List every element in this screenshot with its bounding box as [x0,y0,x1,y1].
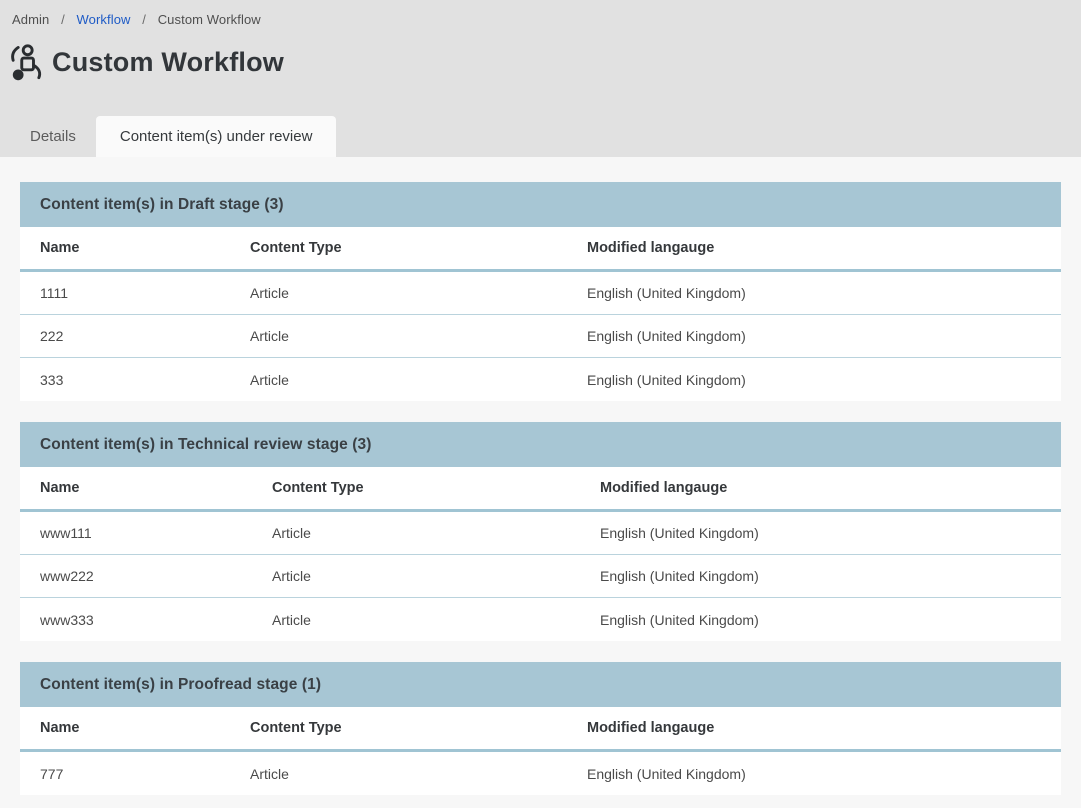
table-cell: English (United Kingdom) [587,328,1061,344]
breadcrumb-workflow-link[interactable]: Workflow [77,12,131,27]
breadcrumb-separator: / [142,12,146,27]
page-header: Admin / Workflow / Custom Workflow Custo… [0,0,1081,157]
table-header-row: NameContent TypeModified langauge [20,467,1061,512]
breadcrumb-separator: / [61,12,65,27]
column-header: Name [40,240,250,256]
table-cell: English (United Kingdom) [587,372,1061,388]
title-row: Custom Workflow [8,43,1081,81]
stage-section: Content item(s) in Proofread stage (1) N… [20,662,1061,795]
table-cell: English (United Kingdom) [600,525,1061,541]
table-cell: www333 [40,612,272,628]
table-cell: 777 [40,766,250,782]
breadcrumb-admin: Admin [12,12,49,27]
stage-tables: Content item(s) in Draft stage (3) NameC… [20,182,1061,795]
table-cell: 333 [40,372,250,388]
column-header: Content Type [272,480,600,496]
table-row: 777ArticleEnglish (United Kingdom) [20,752,1061,795]
table-cell: English (United Kingdom) [587,766,1061,782]
table-cell: Article [250,766,587,782]
table-row: 333ArticleEnglish (United Kingdom) [20,358,1061,401]
table-cell: English (United Kingdom) [587,285,1061,301]
page-title: Custom Workflow [52,47,284,78]
table-body: 1111ArticleEnglish (United Kingdom)222Ar… [20,272,1061,401]
table-cell: www111 [40,525,272,541]
tab-bar: Details Content item(s) under review [0,116,336,157]
stage-header-bar: Content item(s) in Proofread stage (1) [20,662,1061,707]
breadcrumb: Admin / Workflow / Custom Workflow [0,0,1081,27]
tab-details[interactable]: Details [10,116,96,157]
table-cell: English (United Kingdom) [600,568,1061,584]
table-body: 777ArticleEnglish (United Kingdom) [20,752,1061,795]
stage-table-title: Content item(s) in Proofread stage (1) [40,676,321,694]
column-header: Name [40,480,272,496]
breadcrumb-current: Custom Workflow [158,12,261,27]
table-header-row: NameContent TypeModified langauge [20,707,1061,752]
column-header: Modified langauge [600,480,1061,496]
table-cell: Article [272,612,600,628]
stage-table: NameContent TypeModified langauge 777Art… [20,707,1061,795]
stage-header-bar: Content item(s) in Draft stage (3) [20,182,1061,227]
custom-workflow-page: Admin / Workflow / Custom Workflow Custo… [0,0,1081,808]
table-body: www111ArticleEnglish (United Kingdom)www… [20,512,1061,641]
stage-header-bar: Content item(s) in Technical review stag… [20,422,1061,467]
workflow-icon [8,43,44,81]
column-header: Modified langauge [587,240,1061,256]
table-cell: Article [250,285,587,301]
table-cell: Article [250,372,587,388]
stage-section: Content item(s) in Draft stage (3) NameC… [20,182,1061,401]
column-header: Content Type [250,720,587,736]
tab-content-items-under-review[interactable]: Content item(s) under review [96,116,337,157]
stage-table: NameContent TypeModified langauge www111… [20,467,1061,641]
table-row: www222ArticleEnglish (United Kingdom) [20,555,1061,598]
stage-table-title: Content item(s) in Technical review stag… [40,436,372,454]
table-row: www111ArticleEnglish (United Kingdom) [20,512,1061,555]
table-row: 1111ArticleEnglish (United Kingdom) [20,272,1061,315]
column-header: Content Type [250,240,587,256]
tab-panel-content-under-review: Content item(s) in Draft stage (3) NameC… [0,157,1081,795]
table-header-row: NameContent TypeModified langauge [20,227,1061,272]
stage-table-title: Content item(s) in Draft stage (3) [40,196,284,214]
stage-section: Content item(s) in Technical review stag… [20,422,1061,641]
column-header: Modified langauge [587,720,1061,736]
column-header: Name [40,720,250,736]
table-cell: English (United Kingdom) [600,612,1061,628]
table-cell: 1111 [40,285,250,301]
table-row: www333ArticleEnglish (United Kingdom) [20,598,1061,641]
stage-table: NameContent TypeModified langauge 1111Ar… [20,227,1061,401]
workflow-icon-dot [13,69,24,80]
table-row: 222ArticleEnglish (United Kingdom) [20,315,1061,358]
table-cell: Article [272,525,600,541]
table-cell: Article [272,568,600,584]
table-cell: www222 [40,568,272,584]
table-cell: Article [250,328,587,344]
table-cell: 222 [40,328,250,344]
